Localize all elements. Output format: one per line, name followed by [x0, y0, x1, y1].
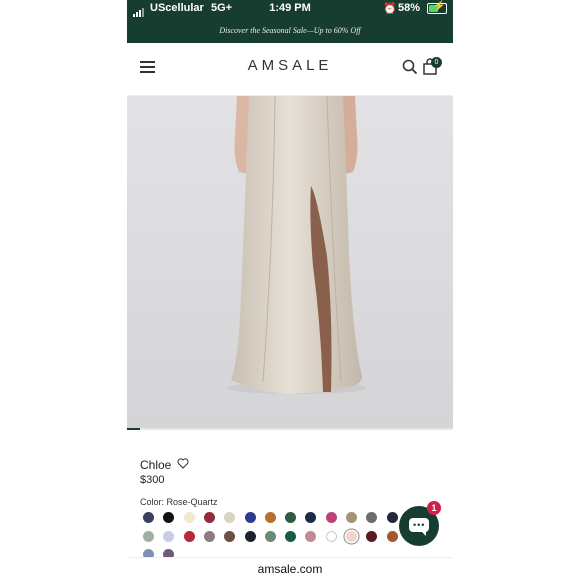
url-domain: amsale.com	[257, 562, 323, 576]
swatch-charcoal[interactable]	[366, 512, 378, 523]
swatch-ink[interactable]	[244, 530, 256, 542]
swatch-dusty-rose[interactable]	[305, 530, 317, 542]
swatch-black[interactable]	[163, 512, 175, 523]
swatch-rust[interactable]	[386, 530, 398, 542]
swatch-forest[interactable]	[285, 512, 297, 523]
swatch-lavender[interactable]	[163, 530, 175, 542]
promo-banner[interactable]: Discover the Seasonal Sale—Up to 60% Off	[127, 18, 453, 43]
swatch-cobalt[interactable]	[244, 512, 256, 523]
swatch-fuchsia[interactable]	[325, 512, 337, 523]
promo-text: Discover the Seasonal Sale—Up to 60% Off	[219, 26, 361, 35]
search-icon[interactable]	[402, 59, 418, 75]
swatch-espresso[interactable]	[224, 530, 236, 542]
site-header: AMSALE 0	[127, 43, 453, 96]
swatch-taupe[interactable]	[346, 512, 357, 523]
alarm-icon: ⏰	[383, 3, 397, 15]
swatch-white[interactable]	[325, 530, 337, 542]
dress-illustration	[127, 95, 453, 428]
heart-icon[interactable]	[177, 458, 189, 469]
swatch-eucalyptus[interactable]	[264, 530, 276, 542]
swatch-burgundy[interactable]	[203, 512, 215, 523]
swatch-rose-quartz[interactable]	[346, 530, 357, 542]
cart-count-badge: 0	[431, 57, 442, 68]
swatch-copper[interactable]	[264, 512, 276, 523]
swatch-mauve[interactable]	[203, 530, 215, 542]
swatch-red[interactable]	[183, 530, 195, 542]
status-bar: UScellular 5G+ 1:49 PM ⏰ 58% ⚡	[127, 0, 453, 18]
product-price: $300	[140, 474, 165, 486]
color-label: Color: Rose-Quartz	[140, 497, 218, 507]
selected-color: Rose-Quartz	[166, 497, 218, 507]
battery-icon: ⚡	[427, 1, 447, 14]
battery-percent: 58%	[398, 2, 421, 14]
swatch-sage[interactable]	[143, 530, 154, 542]
swatch-emerald[interactable]	[285, 530, 297, 542]
image-carousel-progress	[127, 428, 453, 430]
chat-notification-badge: 1	[427, 501, 441, 515]
swatch-midnight[interactable]	[305, 512, 317, 523]
phone-screen: UScellular 5G+ 1:49 PM ⏰ 58% ⚡ Discover …	[127, 0, 453, 580]
browser-url-bar[interactable]: amsale.com	[127, 557, 453, 580]
swatch-wine[interactable]	[366, 530, 378, 542]
product-name: Chloe	[140, 458, 172, 472]
swatch-navy[interactable]	[143, 512, 154, 523]
swatch-champagne[interactable]	[224, 512, 236, 523]
product-image[interactable]	[127, 95, 453, 428]
swatch-cream[interactable]	[183, 512, 195, 523]
color-label-prefix: Color:	[140, 497, 165, 507]
swatch-dark-navy[interactable]	[386, 512, 398, 523]
